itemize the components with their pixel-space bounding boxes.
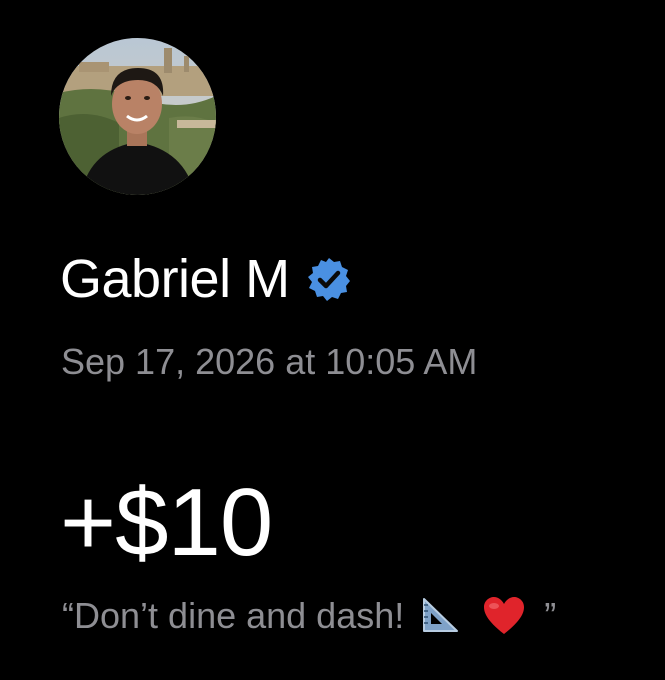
- profile-photo: [59, 38, 216, 195]
- note-open-quote: “: [62, 595, 74, 636]
- profile-name-row: Gabriel M: [60, 246, 352, 312]
- transaction-note: “ Don’t dine and dash! ”: [62, 592, 556, 640]
- note-close-quote: ”: [544, 595, 557, 636]
- avatar[interactable]: [59, 38, 216, 195]
- red-heart-emoji-icon: [482, 596, 526, 636]
- verified-badge-icon: [306, 256, 352, 302]
- transaction-timestamp: Sep 17, 2026 at 10:05 AM: [61, 341, 478, 382]
- triangular-ruler-emoji-icon: [420, 597, 460, 635]
- note-text: Don’t dine and dash!: [74, 595, 405, 636]
- profile-name: Gabriel M: [60, 249, 290, 309]
- transaction-amount: +$10: [60, 469, 273, 576]
